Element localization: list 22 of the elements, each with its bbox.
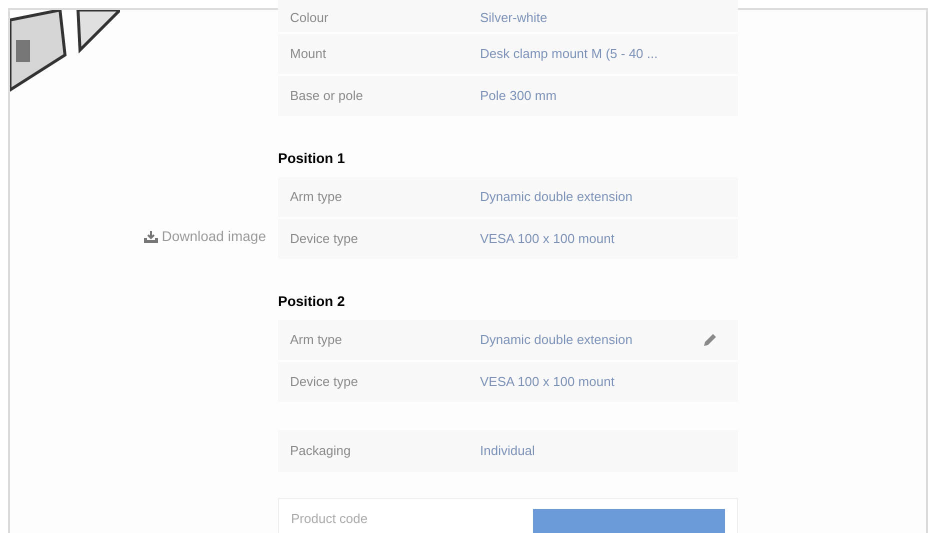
spec-label: Arm type bbox=[290, 188, 344, 206]
spec-value: VESA 100 x 100 mount bbox=[480, 230, 616, 248]
spec-value: Silver-white bbox=[480, 9, 548, 28]
spec-value: Dynamic double extension bbox=[480, 188, 634, 206]
product-code-field[interactable]: Product code bbox=[291, 511, 491, 527]
spec-label: Arm type bbox=[290, 331, 344, 350]
spec-value: Desk clamp mount M (5 - 40 ... bbox=[480, 45, 659, 64]
spec-label: Mount bbox=[290, 45, 328, 64]
spec-label: Packaging bbox=[290, 442, 352, 460]
spec-label: Colour bbox=[290, 9, 330, 28]
download-icon bbox=[144, 230, 158, 242]
section-heading: Position 2 bbox=[278, 292, 346, 311]
section-heading: Position 1 bbox=[278, 149, 346, 168]
spec-label: Base or pole bbox=[290, 87, 364, 106]
spec-value: Dynamic double extension bbox=[480, 331, 634, 350]
spec-label: Device type bbox=[290, 230, 359, 248]
pencil-icon[interactable] bbox=[702, 332, 718, 348]
spec-value: VESA 100 x 100 mount bbox=[480, 373, 616, 392]
spec-value: Pole 300 mm bbox=[480, 87, 558, 106]
download-image-link[interactable]: Download image bbox=[144, 226, 266, 247]
spec-label: Device type bbox=[290, 373, 359, 392]
spec-value: Individual bbox=[480, 442, 536, 460]
